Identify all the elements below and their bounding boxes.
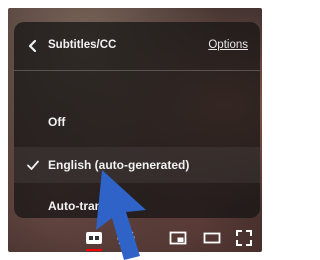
gear-icon[interactable] <box>116 228 136 248</box>
miniplayer-icon[interactable] <box>168 228 188 248</box>
menu-item-label: Off <box>48 115 66 129</box>
menu-item-off[interactable]: Off <box>14 104 260 140</box>
check-icon <box>27 160 39 170</box>
options-link[interactable]: Options <box>208 39 248 51</box>
menu-item-auto-translate[interactable]: Auto-translate <box>14 188 260 224</box>
menu-item-label: Auto-translate <box>48 199 130 213</box>
video-player[interactable]: Subtitles/CC Options Off English (auto-g… <box>8 8 262 252</box>
menu-item-label: English (auto-generated) <box>48 158 190 172</box>
captions-icon[interactable] <box>84 228 104 248</box>
menu-title: Subtitles/CC <box>48 39 117 51</box>
player-controls-bar <box>8 224 262 252</box>
menu-item-english-auto-generated[interactable]: English (auto-generated) <box>14 147 260 183</box>
subtitles-menu: Subtitles/CC Options Off English (auto-g… <box>14 22 260 218</box>
chevron-left-icon[interactable] <box>26 38 40 54</box>
fullscreen-icon[interactable] <box>234 228 254 248</box>
captions-active-indicator <box>86 249 102 251</box>
theater-mode-icon[interactable] <box>202 228 222 248</box>
menu-header: Subtitles/CC Options <box>14 22 260 71</box>
